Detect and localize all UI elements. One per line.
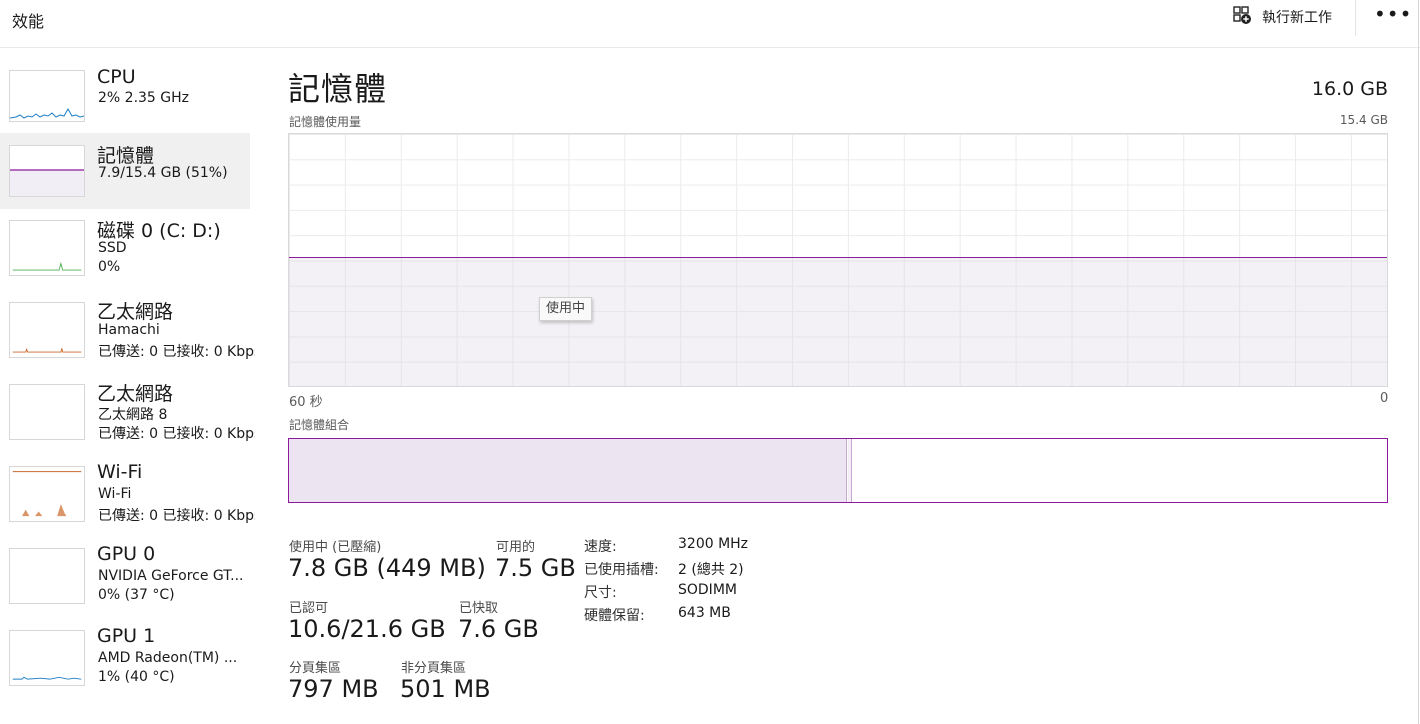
memory-usage-area (289, 257, 1387, 386)
composition-in-use (289, 439, 847, 502)
sidebar-item-detail: Wi-Fi (98, 486, 132, 502)
run-new-task-label: 執行新工作 (1262, 10, 1332, 26)
committed-value: 10.6/21.6 GB (288, 615, 446, 643)
hardware-reserved-value: 643 MB (678, 605, 731, 621)
available-value: 7.5 GB (495, 554, 576, 582)
sidebar-item-disk[interactable]: 磁碟 0 (C: D:) SSD 0% (0, 214, 255, 296)
paged-pool-label: 分頁集區 (289, 661, 342, 676)
sidebar-item-detail: 7.9/15.4 GB (51%) (98, 165, 228, 181)
sidebar-item-title: GPU 1 (97, 625, 156, 647)
paged-pool-value: 797 MB (288, 675, 379, 703)
title-bar: 效能 執行新工作 ••• (0, 0, 1420, 48)
hardware-reserved-label: 硬體保留: (584, 608, 645, 624)
sidebar-item-detail: 乙太網路 8 (98, 407, 168, 423)
sidebar-item-detail: Hamachi (98, 322, 160, 338)
sidebar-item-title: Wi-Fi (97, 461, 143, 483)
sidebar-item-detail: NVIDIA GeForce GT... (98, 568, 244, 584)
committed-label: 已認可 (289, 601, 329, 616)
form-factor-value: SODIMM (678, 582, 737, 598)
sidebar-item-detail: AMD Radeon(TM) ... (98, 650, 238, 666)
sidebar-item-title: 乙太網路 (97, 383, 174, 405)
nonpaged-pool-value: 501 MB (400, 675, 491, 703)
sidebar-item-ethernet-8[interactable]: 乙太網路 乙太網路 8 已傳送: 0 已接收: 0 Kbps (0, 378, 255, 460)
composition-label: 記憶體組合 (289, 418, 350, 432)
memory-composition-bar (288, 438, 1388, 503)
ethernet-thumbnail-graph (9, 302, 85, 358)
slots-label: 已使用插槽: (584, 562, 659, 578)
in-use-tooltip: 使用中 (539, 297, 593, 321)
sidebar: CPU 2% 2.35 GHz 記憶體 7.9/15.4 GB (51%) 磁碟… (0, 50, 255, 724)
speed-label: 速度: (584, 539, 617, 555)
cpu-thumbnail-graph (9, 70, 85, 122)
available-label: 可用的 (496, 540, 536, 555)
sidebar-item-title: GPU 0 (97, 543, 156, 565)
sidebar-item-title: 記憶體 (97, 145, 155, 167)
sidebar-item-wifi[interactable]: Wi-Fi Wi-Fi 已傳送: 0 已接收: 0 Kbps (0, 460, 255, 542)
sidebar-item-detail: 1% (40 °C) (98, 669, 175, 685)
memory-thumbnail-graph (9, 145, 85, 197)
sidebar-item-detail: 2% 2.35 GHz (98, 90, 190, 106)
speed-value: 3200 MHz (678, 536, 749, 552)
slots-value: 2 (總共 2) (678, 562, 744, 578)
cached-value: 7.6 GB (458, 615, 539, 643)
window-edge (1418, 0, 1419, 724)
task-manager-performance: 效能 執行新工作 ••• CPU 2% 2.35 GHz 記憶體 7.9/15.… (0, 0, 1420, 724)
gpu-thumbnail-graph (9, 548, 85, 604)
in-use-label: 使用中 (已壓縮) (289, 540, 382, 555)
sidebar-item-ethernet-hamachi[interactable]: 乙太網路 Hamachi 已傳送: 0 已接收: 0 Kbps (0, 296, 255, 378)
in-use-value: 7.8 GB (449 MB) (288, 554, 486, 582)
section-title: 記憶體 (288, 70, 388, 108)
sidebar-item-detail: SSD (98, 240, 127, 256)
sidebar-item-detail: 已傳送: 0 已接收: 0 Kbps (98, 344, 255, 360)
sidebar-item-gpu1[interactable]: GPU 1 AMD Radeon(TM) ... 1% (40 °C) (0, 624, 255, 706)
sidebar-item-detail: 已傳送: 0 已接收: 0 Kbps (98, 426, 255, 442)
graph-axis-end: 0 (1380, 391, 1389, 406)
form-factor-label: 尺寸: (584, 585, 617, 601)
wifi-thumbnail-graph (9, 466, 85, 522)
gpu-thumbnail-graph (9, 630, 85, 686)
sidebar-item-title: 磁碟 0 (C: D:) (97, 220, 221, 242)
page-title: 效能 (12, 12, 45, 31)
header-divider (1355, 0, 1356, 36)
sidebar-item-memory[interactable]: 記憶體 7.9/15.4 GB (51%) (0, 133, 250, 209)
usage-graph-max: 15.4 GB (1339, 113, 1388, 127)
sidebar-item-detail: 已傳送: 0 已接收: 0 Kbps (98, 508, 255, 524)
sidebar-item-detail: 0% (37 °C) (98, 587, 175, 603)
ethernet-thumbnail-graph (9, 384, 85, 440)
usage-graph-label: 記憶體使用量 (289, 115, 362, 129)
sidebar-item-detail: 0% (98, 259, 121, 275)
disk-thumbnail-graph (9, 220, 85, 276)
cached-label: 已快取 (459, 601, 499, 616)
sidebar-item-title: CPU (97, 66, 136, 88)
more-options-button[interactable]: ••• (1374, 4, 1411, 28)
total-memory: 16.0 GB (1311, 78, 1388, 100)
nonpaged-pool-label: 非分頁集區 (401, 661, 467, 676)
sidebar-item-title: 乙太網路 (97, 301, 174, 323)
run-new-task-button[interactable]: 執行新工作 (1232, 6, 1332, 28)
composition-modified (847, 439, 852, 502)
memory-usage-graph (288, 133, 1388, 387)
sidebar-item-cpu[interactable]: CPU 2% 2.35 GHz (0, 50, 255, 124)
new-task-icon (1232, 5, 1252, 29)
sidebar-item-gpu0[interactable]: GPU 0 NVIDIA GeForce GT... 0% (37 °C) (0, 542, 255, 624)
graph-axis-start: 60 秒 (289, 395, 323, 410)
